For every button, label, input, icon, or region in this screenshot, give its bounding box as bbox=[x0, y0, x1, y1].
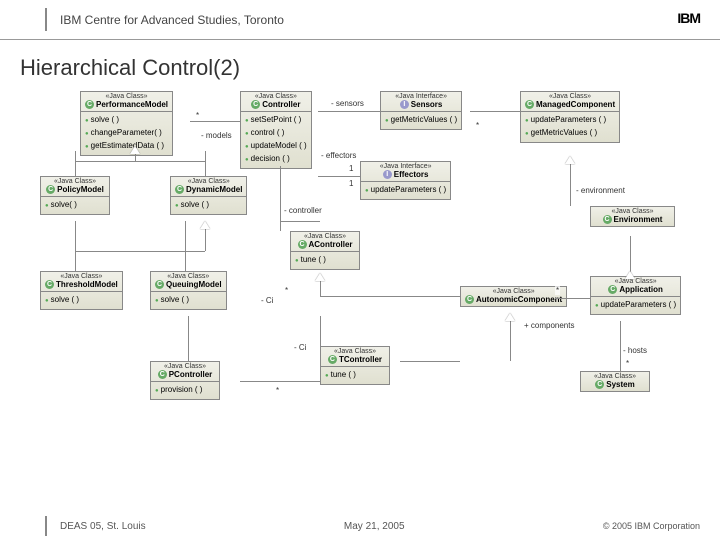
header-divider bbox=[45, 8, 47, 31]
class-icon: C bbox=[328, 355, 337, 364]
class-managed-component: «Java Class» CManagedComponent updatePar… bbox=[520, 91, 620, 143]
class-icon: C bbox=[298, 240, 307, 249]
interface-icon: I bbox=[383, 170, 392, 179]
mult-label: 1 bbox=[348, 179, 354, 188]
edge bbox=[75, 221, 76, 271]
ibm-logo: IBM bbox=[677, 10, 700, 26]
class-icon: C bbox=[251, 100, 260, 109]
class-dynamic-model: «Java Class» CDynamicModel solve ( ) bbox=[170, 176, 247, 215]
generalization-arrow-icon bbox=[200, 216, 210, 229]
assoc-label: - effectors bbox=[320, 151, 357, 160]
class-icon: C bbox=[155, 280, 164, 289]
class-autonomic-component: «Java Class» CAutonomicComponent bbox=[460, 286, 567, 307]
edge bbox=[75, 151, 76, 176]
assoc-label: - hosts bbox=[622, 346, 648, 355]
class-performance-model: «Java Class» CPerformanceModel solve ( )… bbox=[80, 91, 173, 156]
class-icon: C bbox=[45, 280, 54, 289]
class-policy-model: «Java Class» CPolicyModel solve( ) bbox=[40, 176, 110, 215]
edge bbox=[185, 221, 186, 271]
class-icon: C bbox=[175, 185, 184, 194]
edge bbox=[318, 111, 380, 112]
edge bbox=[510, 316, 511, 361]
class-icon: C bbox=[465, 295, 474, 304]
uml-diagram: «Java Class» CPerformanceModel solve ( )… bbox=[20, 91, 700, 471]
class-pcontroller: «Java Class» CPController provision ( ) bbox=[150, 361, 220, 400]
mult-label: 1 bbox=[348, 164, 354, 173]
class-application: «Java Class» CApplication updateParamete… bbox=[590, 276, 681, 315]
footer-left: DEAS 05, St. Louis bbox=[60, 521, 146, 532]
class-icon: C bbox=[608, 285, 617, 294]
generalization-arrow-icon bbox=[315, 268, 325, 281]
footer-divider bbox=[45, 516, 47, 536]
edge bbox=[555, 298, 590, 299]
class-acontroller: «Java Class» CAController tune ( ) bbox=[290, 231, 360, 270]
class-icon: C bbox=[85, 100, 94, 109]
slide-title: Hierarchical Control(2) bbox=[0, 40, 720, 91]
slide-header: IBM Centre for Advanced Studies, Toronto… bbox=[0, 0, 720, 40]
edge bbox=[400, 361, 460, 362]
generalization-arrow-icon bbox=[130, 141, 140, 154]
class-environment: «Java Class» CEnvironment bbox=[590, 206, 675, 227]
footer-center: May 21, 2005 bbox=[146, 521, 603, 532]
edge bbox=[280, 221, 320, 222]
generalization-arrow-icon bbox=[505, 308, 515, 321]
assoc-label: - environment bbox=[575, 186, 626, 195]
mult-label: * bbox=[195, 111, 200, 120]
class-system: «Java Class» CSystem bbox=[580, 371, 650, 392]
assoc-label: - Ci bbox=[260, 296, 274, 305]
footer-right: © 2005 IBM Corporation bbox=[603, 521, 700, 531]
class-controller: «Java Class» CController setSetPoint ( )… bbox=[240, 91, 312, 169]
generalization-arrow-icon bbox=[565, 151, 575, 164]
edge bbox=[240, 381, 320, 382]
mult-label: * bbox=[555, 286, 560, 295]
edge bbox=[620, 321, 621, 371]
class-tcontroller: «Java Class» CTController tune ( ) bbox=[320, 346, 390, 385]
edge bbox=[75, 251, 205, 252]
assoc-label: - models bbox=[200, 131, 233, 140]
edge bbox=[188, 316, 189, 361]
class-icon: C bbox=[525, 100, 534, 109]
edge bbox=[318, 176, 360, 177]
assoc-label: - sensors bbox=[330, 99, 365, 108]
edge bbox=[190, 121, 240, 122]
class-icon: C bbox=[603, 215, 612, 224]
generalization-arrow-icon bbox=[625, 266, 635, 279]
assoc-label: - Ci bbox=[293, 343, 307, 352]
class-threshold-model: «Java Class» CThresholdModel solve ( ) bbox=[40, 271, 123, 310]
edge bbox=[320, 316, 321, 346]
interface-icon: I bbox=[400, 100, 409, 109]
edge bbox=[75, 161, 205, 162]
class-queuing-model: «Java Class» CQueuingModel solve ( ) bbox=[150, 271, 227, 310]
edge bbox=[470, 111, 520, 112]
assoc-label: - controller bbox=[283, 206, 323, 215]
class-icon: C bbox=[46, 185, 55, 194]
header-title: IBM Centre for Advanced Studies, Toronto bbox=[60, 13, 284, 27]
mult-label: * bbox=[475, 121, 480, 130]
edge bbox=[320, 296, 460, 297]
assoc-label: + components bbox=[523, 321, 575, 330]
mult-label: * bbox=[275, 386, 280, 395]
edge bbox=[570, 161, 571, 206]
class-icon: C bbox=[595, 380, 604, 389]
edge bbox=[205, 151, 206, 176]
interface-sensors: «Java Interface» ISensors getMetricValue… bbox=[380, 91, 462, 130]
mult-label: * bbox=[625, 359, 630, 368]
interface-effectors: «Java Interface» IEffectors updateParame… bbox=[360, 161, 451, 200]
mult-label: * bbox=[284, 286, 289, 295]
class-icon: C bbox=[158, 370, 167, 379]
slide-footer: DEAS 05, St. Louis May 21, 2005 © 2005 I… bbox=[0, 512, 720, 540]
